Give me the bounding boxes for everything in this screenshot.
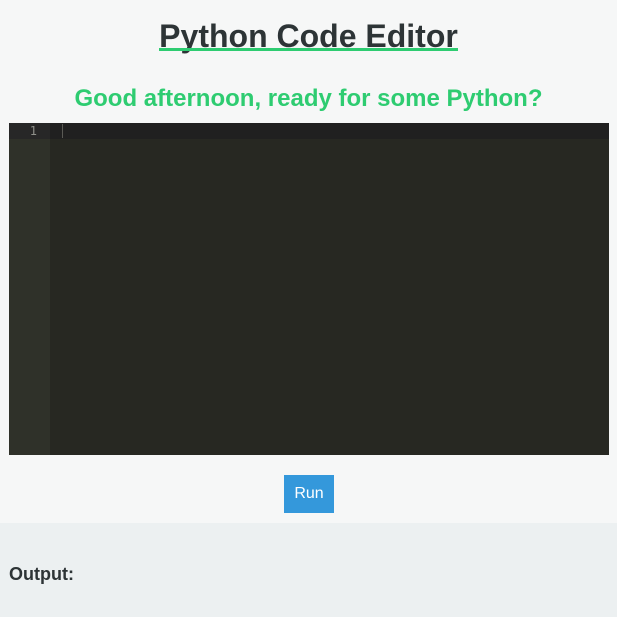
page-title-text: Python Code Editor <box>159 17 458 55</box>
editor-gutter <box>9 123 50 455</box>
greeting-message: Good afternoon, ready for some Python? <box>74 85 543 112</box>
code-input[interactable] <box>50 123 609 455</box>
page: Python Code Editor Good afternoon, ready… <box>0 0 617 617</box>
title-underline <box>159 48 458 51</box>
line-number: 1 <box>29 124 37 138</box>
code-editor[interactable]: 1 <box>9 123 609 455</box>
run-button[interactable]: Run <box>284 475 334 513</box>
output-label: Output: <box>9 564 74 584</box>
page-title: Python Code Editor <box>0 17 617 55</box>
output-section: Output: <box>0 523 617 617</box>
